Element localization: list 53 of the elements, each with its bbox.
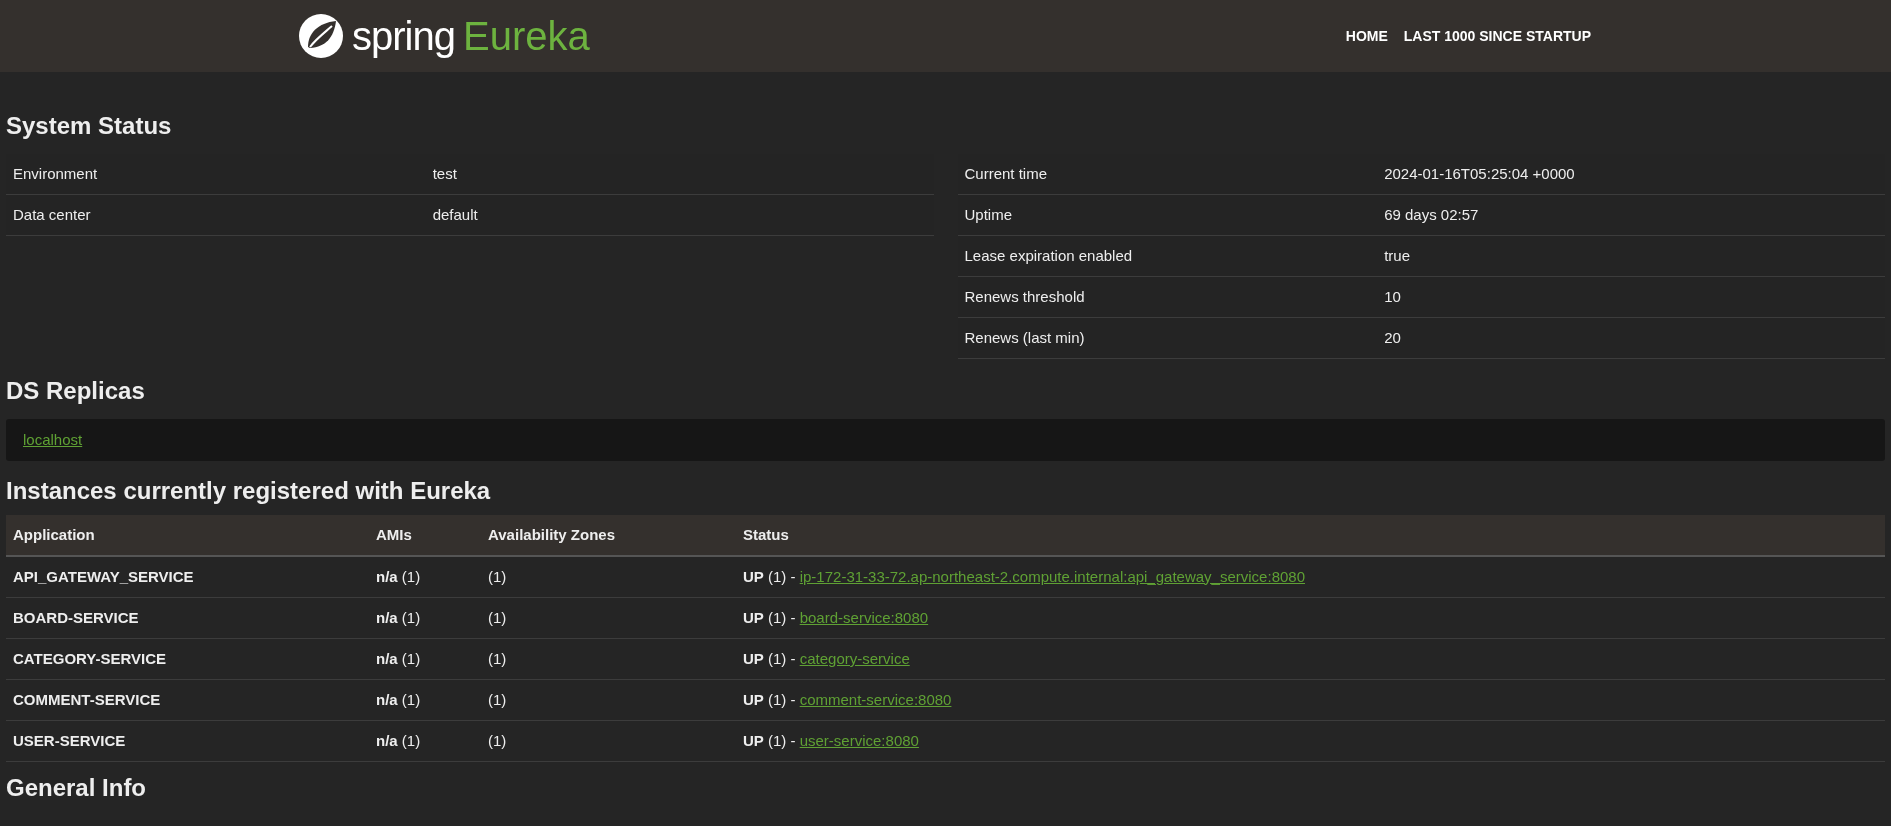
section-heading: System Status [6,111,173,141]
replica-link[interactable]: localhost [23,428,83,452]
ami-count: n/a (1) [376,649,421,667]
leaf-logo-icon [298,13,344,59]
instance-link[interactable]: category-service [799,647,910,671]
ami-count: n/a (1) [376,690,421,708]
info-label: Environment [12,163,99,184]
zone-count: (1) [488,608,507,626]
info-label: Renews (last min) [963,327,1086,348]
ami-count: n/a (1) [376,567,421,585]
info-label: Data center [12,204,92,225]
nav-link[interactable]: LAST 1000 SINCE STARTUP [1403,25,1591,47]
logo-product-text: Eureka [462,16,590,56]
info-value: 69 days 02:57 [1384,204,1479,225]
column-header: AMIs [375,524,413,545]
info-value: 20 [1384,327,1401,348]
status-text: UP (1) - [743,607,797,628]
status-text: UP (1) - [743,648,797,669]
column-header: Application [12,524,96,545]
zone-count: (1) [488,649,507,667]
ami-count: n/a (1) [376,731,421,749]
instance-link[interactable]: comment-service:8080 [799,688,952,712]
info-label: Lease expiration enabled [963,245,1134,266]
info-label: Current time [963,163,1049,184]
status-text: UP (1) - [743,730,797,751]
info-label: Renews threshold [963,286,1086,307]
zone-count: (1) [488,690,507,708]
column-header: Availability Zones [487,524,616,545]
application-name: BOARD-SERVICE [13,608,139,626]
logo-text: spring [352,16,455,56]
info-label: Uptime [963,204,1013,225]
info-value: test [432,163,457,184]
info-value: 10 [1384,286,1401,307]
column-header: Status [742,524,790,545]
ami-count: n/a (1) [376,608,421,626]
status-text: UP (1) - [743,566,797,587]
info-value: 2024-01-16T05:25:04 +0000 [1384,163,1575,184]
instance-link[interactable]: user-service:8080 [799,729,919,753]
instance-link[interactable]: board-service:8080 [799,606,929,630]
application-name: USER-SERVICE [13,731,126,749]
section-heading: General Info [6,773,148,803]
section-heading: Instances currently registered with Eureka [6,476,492,506]
application-name: CATEGORY-SERVICE [13,649,167,667]
info-value: true [1384,245,1410,266]
zone-count: (1) [488,567,507,585]
info-value: default [432,204,478,225]
section-heading: DS Replicas [6,376,146,406]
application-name: API_GATEWAY_SERVICE [13,567,194,585]
application-name: COMMENT-SERVICE [13,690,161,708]
status-text: UP (1) - [743,689,797,710]
instance-link[interactable]: ip-172-31-33-72.ap-northeast-2.compute.internal:api_gateway_service:8080 [799,565,1305,589]
zone-count: (1) [488,731,507,749]
nav-link[interactable]: HOME [1345,25,1388,47]
